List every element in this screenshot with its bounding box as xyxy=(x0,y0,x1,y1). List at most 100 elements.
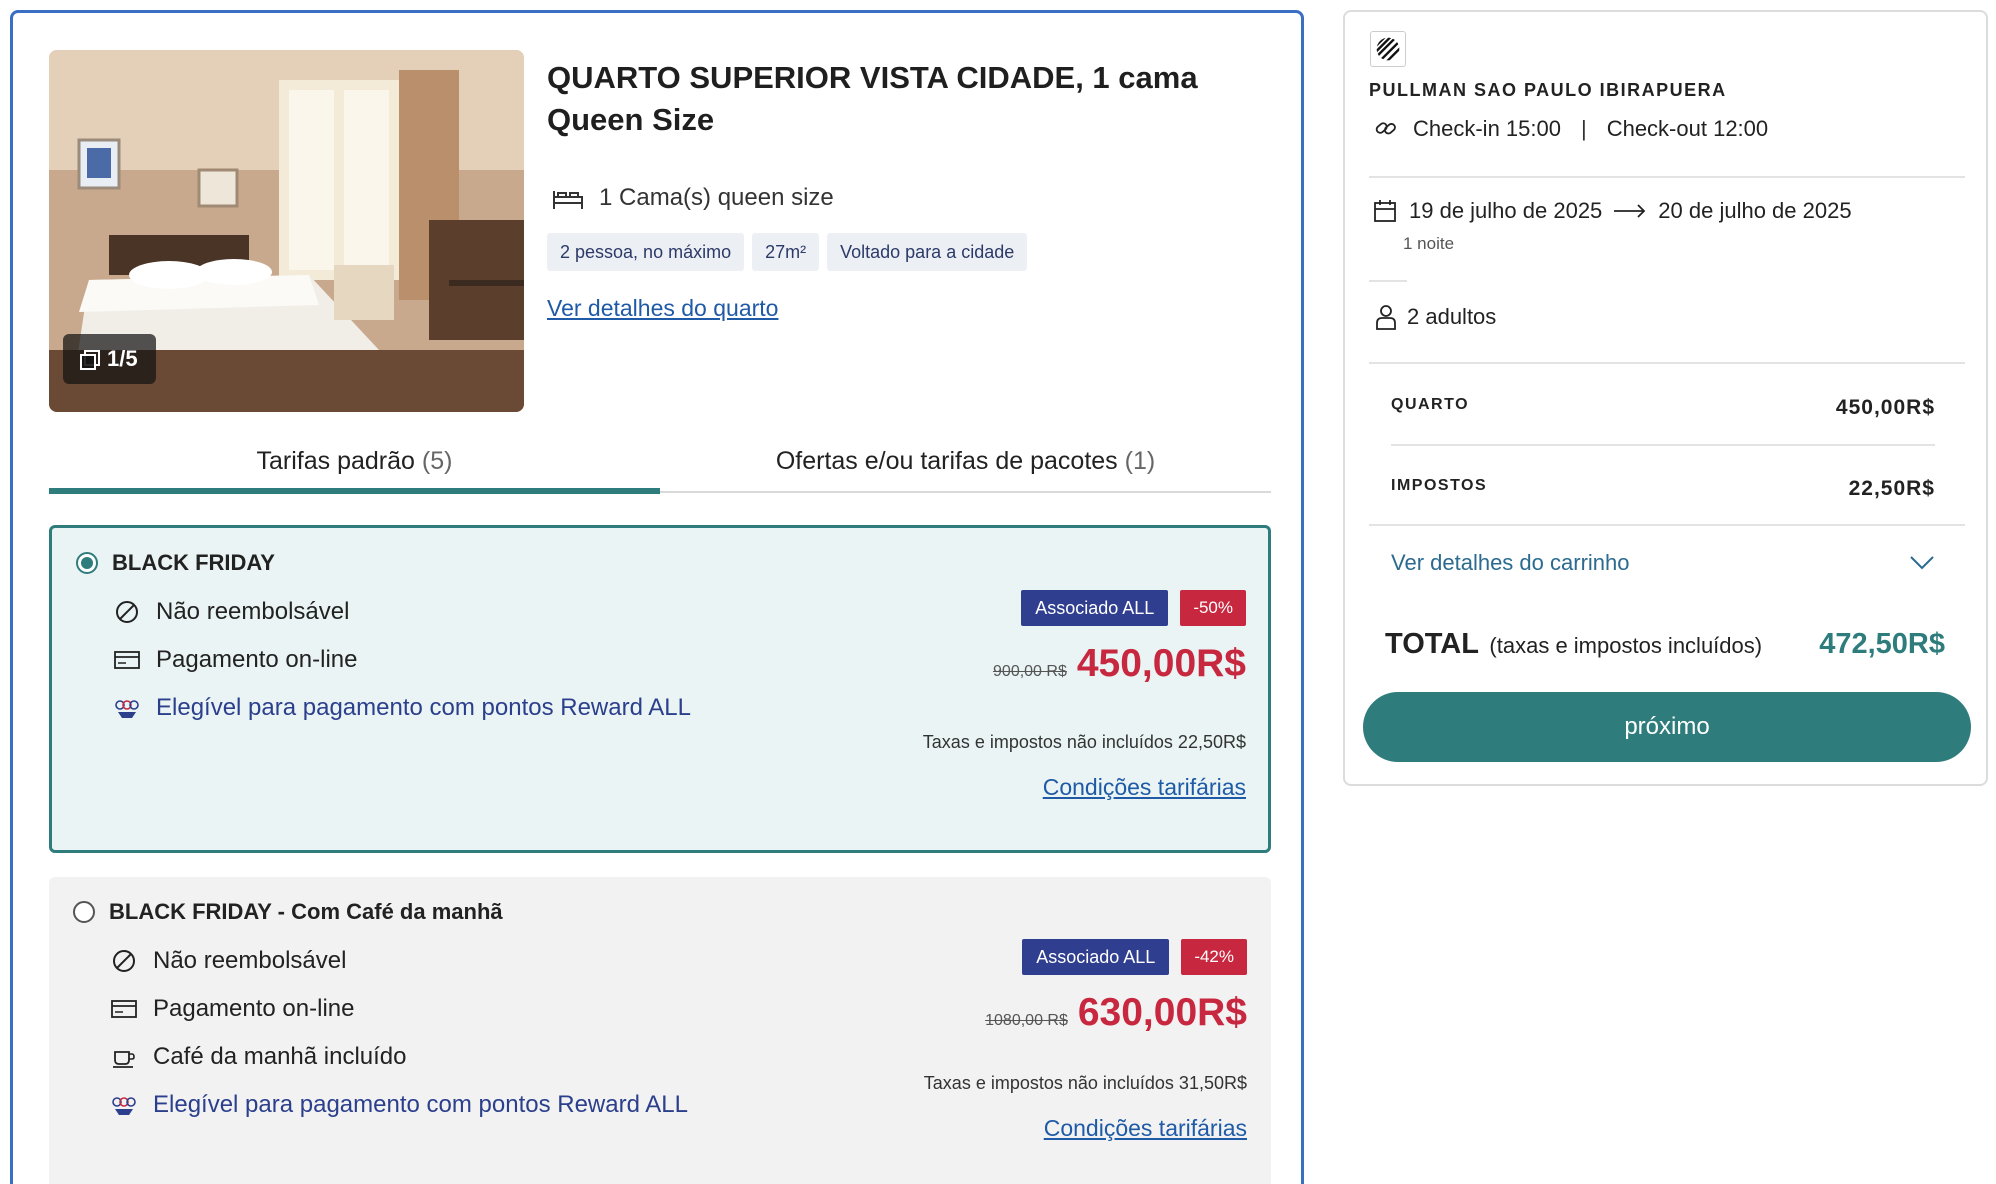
discount-badge: -50% xyxy=(1180,590,1246,626)
feature-text: Não reembolsável xyxy=(156,598,350,625)
feature-online-payment: Pagamento on-line xyxy=(111,995,354,1023)
card-icon xyxy=(114,651,140,669)
tab-package-offers[interactable]: Ofertas e/ou tarifas de pacotes (1) xyxy=(660,437,1271,491)
tab-package-label: Ofertas e/ou tarifas de pacotes xyxy=(775,447,1118,475)
hotel-logo-icon xyxy=(1370,31,1406,67)
rate-conditions-link[interactable]: Condições tarifárias xyxy=(1044,1115,1247,1142)
feature-non-refundable: Não reembolsável xyxy=(111,947,346,975)
room-photo[interactable]: 1/5 xyxy=(49,50,524,412)
checkin-time: Check-in 15:00 xyxy=(1413,116,1561,141)
person-icon xyxy=(1376,305,1396,330)
room-label: QUARTO xyxy=(1391,396,1470,413)
cart-details-toggle[interactable]: Ver detalhes do carrinho xyxy=(1391,550,1935,576)
rate-radio-selected[interactable] xyxy=(76,552,98,574)
stay-dates: 19 de julho de 2025 20 de julho de 2025 xyxy=(1373,198,1852,224)
bed-icon xyxy=(553,191,583,209)
total-note: (taxas e impostos incluídos) xyxy=(1489,633,1763,658)
feature-non-refundable: Não reembolsável xyxy=(114,598,349,626)
divider xyxy=(1369,280,1407,282)
feature-reward-eligible[interactable]: Elegível para pagamento com pontos Rewar… xyxy=(111,1091,688,1119)
member-badge: Associado ALL xyxy=(1021,590,1169,626)
tax-note: Taxas e impostos não incluídos 31,50R$ xyxy=(923,1073,1247,1093)
price-row: 900,00 R$ 450,00R$ xyxy=(993,642,1246,686)
bed-info: 1 Cama(s) queen size xyxy=(551,183,834,213)
date-to: 20 de julho de 2025 xyxy=(1658,198,1852,223)
reward-icon xyxy=(112,1097,136,1115)
chip-capacity: 2 pessoa, no máximo xyxy=(547,233,745,271)
rate-option[interactable]: BLACK FRIDAY Não reembolsável Pagamento … xyxy=(49,525,1271,853)
room-amount: 450,00R$ xyxy=(1835,396,1935,419)
feature-text: Elegível para pagamento com pontos Rewar… xyxy=(153,1091,688,1118)
feature-text: Não reembolsável xyxy=(153,947,347,974)
rate-badges: Associado ALL -42% xyxy=(1022,939,1247,975)
feature-breakfast: Café da manhã incluído xyxy=(111,1043,407,1071)
rate-conditions-link[interactable]: Condições tarifárias xyxy=(1043,774,1246,801)
bed-text: 1 Cama(s) queen size xyxy=(599,184,834,211)
guests-text: 2 adultos xyxy=(1407,304,1497,329)
feature-text: Café da manhã incluído xyxy=(153,1043,407,1070)
coffee-icon xyxy=(113,1051,135,1068)
total-amount: 472,50R$ xyxy=(1819,628,1945,660)
divider xyxy=(1391,444,1935,446)
rate-name: BLACK FRIDAY - Com Café da manhã xyxy=(109,899,503,924)
divider xyxy=(1369,176,1965,178)
rate-radio[interactable] xyxy=(73,901,95,923)
discount-badge: -42% xyxy=(1181,939,1247,975)
chip-size: 27m² xyxy=(752,233,820,271)
current-price: 630,00R$ xyxy=(1077,991,1247,1034)
old-price: 1080,00 R$ xyxy=(985,1012,1068,1029)
feature-text: Elegível para pagamento com pontos Rewar… xyxy=(156,694,691,721)
divider xyxy=(1369,362,1965,364)
tab-standard-rates[interactable]: Tarifas padrão (5) xyxy=(49,437,660,494)
date-from: 19 de julho de 2025 xyxy=(1409,198,1603,223)
link-icon xyxy=(1375,122,1396,135)
checkout-time: Check-out 12:00 xyxy=(1606,116,1769,141)
checkin-checkout: Check-in 15:00 | Check-out 12:00 xyxy=(1373,116,1768,142)
nights-count: 1 noite xyxy=(1403,234,1455,253)
photo-counter-text: 1/5 xyxy=(107,346,138,371)
reward-icon xyxy=(115,700,139,718)
guests: 2 adultos xyxy=(1375,304,1496,330)
rate-badges: Associado ALL -50% xyxy=(1021,590,1246,626)
price-row: 1080,00 R$ 630,00R$ xyxy=(985,991,1247,1035)
no-refund-icon xyxy=(113,950,135,972)
rate-name: BLACK FRIDAY xyxy=(112,550,275,575)
tax-label: IMPOSTOS xyxy=(1391,477,1488,494)
calendar-icon xyxy=(1374,200,1396,222)
photo-counter[interactable]: 1/5 xyxy=(63,334,156,384)
old-price: 900,00 R$ xyxy=(993,663,1067,680)
line-item-room: QUARTO 450,00R$ xyxy=(1391,396,1935,420)
tab-package-count: (1) xyxy=(1124,447,1156,475)
line-item-taxes: IMPOSTOS 22,50R$ xyxy=(1391,477,1935,501)
feature-online-payment: Pagamento on-line xyxy=(114,646,357,674)
no-refund-icon xyxy=(116,601,138,623)
rate-option[interactable]: BLACK FRIDAY - Com Café da manhã Não ree… xyxy=(49,877,1271,1184)
chevron-down-icon xyxy=(1910,556,1934,570)
total-row: TOTAL (taxas e impostos incluídos) 472,5… xyxy=(1385,628,1945,661)
feature-text: Pagamento on-line xyxy=(156,646,358,673)
next-button[interactable]: próximo xyxy=(1363,692,1971,762)
booking-summary: PULLMAN SAO PAULO IBIRAPUERA Check-in 15… xyxy=(1343,10,1988,786)
room-card: 1/5 QUARTO SUPERIOR VISTA CIDADE, 1 cama… xyxy=(10,10,1304,1184)
tab-standard-count: (5) xyxy=(421,447,453,475)
room-title: QUARTO SUPERIOR VISTA CIDADE, 1 cama Que… xyxy=(547,60,1198,137)
room-details-link[interactable]: Ver detalhes do quarto xyxy=(547,295,778,322)
tax-note: Taxas e impostos não incluídos 22,50R$ xyxy=(922,732,1246,752)
tab-standard-label: Tarifas padrão xyxy=(256,447,415,475)
gallery-icon xyxy=(80,350,100,370)
card-icon xyxy=(111,1000,137,1018)
total-label: TOTAL xyxy=(1385,628,1479,660)
feature-text: Pagamento on-line xyxy=(153,995,355,1022)
chip-view: Voltado para a cidade xyxy=(827,233,1028,271)
current-price: 450,00R$ xyxy=(1076,642,1246,685)
divider xyxy=(1369,524,1965,526)
time-separator: | xyxy=(1580,116,1587,141)
feature-reward-eligible[interactable]: Elegível para pagamento com pontos Rewar… xyxy=(114,694,691,722)
cart-details-label: Ver detalhes do carrinho xyxy=(1391,550,1630,575)
room-attributes: 2 pessoa, no máximo 27m² Voltado para a … xyxy=(547,233,1028,271)
tax-amount: 22,50R$ xyxy=(1848,477,1935,500)
rate-tabs: Tarifas padrão (5) Ofertas e/ou tarifas … xyxy=(49,437,1271,494)
hotel-name: PULLMAN SAO PAULO IBIRAPUERA xyxy=(1369,80,1727,100)
arrow-right-icon xyxy=(1614,204,1646,218)
member-badge: Associado ALL xyxy=(1022,939,1170,975)
